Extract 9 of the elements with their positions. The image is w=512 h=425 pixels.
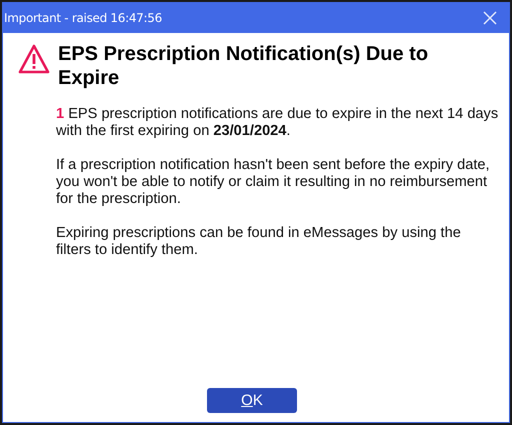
message-paragraph: Expiring prescriptions can be found in eMessages by using the filters to identify them. bbox=[56, 225, 462, 259]
warning-icon bbox=[18, 44, 50, 74]
window-title: Important - raised 16:47:56 bbox=[4, 10, 162, 24]
ok-button[interactable]: OK bbox=[207, 388, 297, 413]
message-paragraph: 1 EPS prescription notifications are due to expire in the next 14 days with the first expiring on 23/01/2024. bbox=[56, 106, 499, 140]
message-paragraph: If a prescription notification hasn't been sent before the expiry date, you won't be able to notify or claim it resulting in no reimbursement for the prescription. bbox=[56, 157, 491, 208]
dialog-heading: EPS Prescription Notification(s) Due to Expire bbox=[58, 42, 430, 90]
close-icon bbox=[482, 10, 498, 26]
close-button[interactable] bbox=[482, 10, 498, 26]
